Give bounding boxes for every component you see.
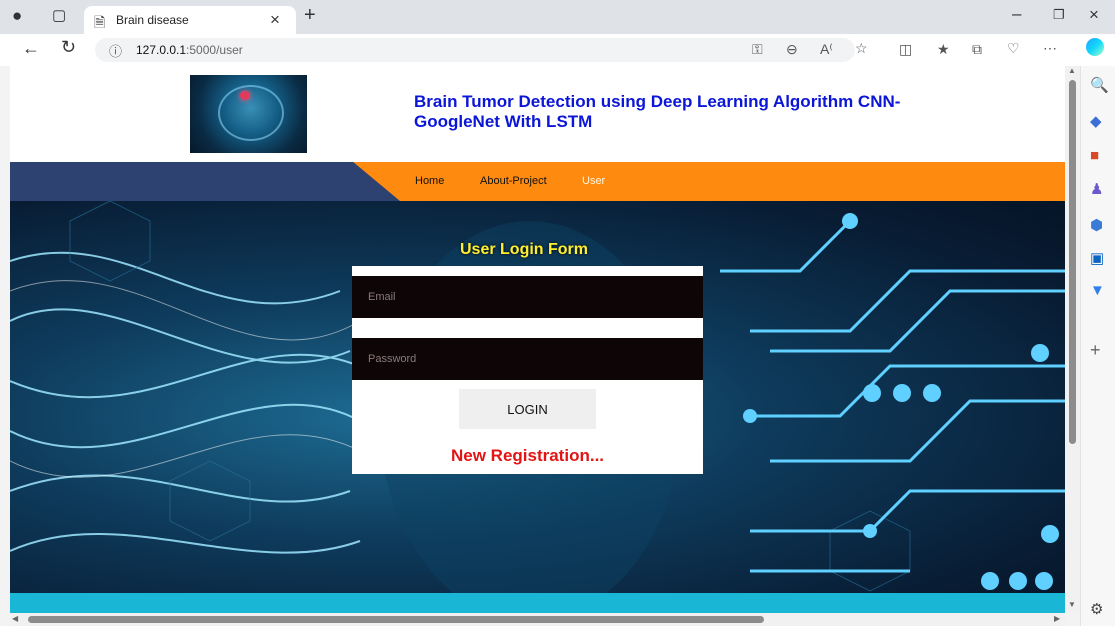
outlook-icon[interactable]: ▣ (1090, 249, 1104, 267)
games-icon[interactable]: ♟ (1090, 180, 1103, 198)
minimize-icon[interactable]: – (1012, 4, 1021, 24)
site-title: Brain Tumor Detection using Deep Learnin… (414, 92, 901, 131)
address-bar[interactable]: ⓘ 127.0.0.1:5000/user (95, 38, 855, 62)
nav-user-link[interactable]: User (582, 175, 605, 187)
brain-outline (218, 85, 284, 141)
profile-icon[interactable]: ● (12, 6, 22, 26)
tab-actions-icon[interactable]: ▢ (52, 6, 66, 24)
scroll-down-arrow-icon[interactable]: ▼ (1068, 600, 1076, 609)
briefcase-icon[interactable]: ■ (1090, 147, 1099, 164)
brain-logo-image (190, 75, 307, 153)
restore-icon[interactable]: ❐ (1053, 7, 1065, 23)
tab-title: Brain disease (116, 13, 189, 27)
horizontal-scrollbar-thumb[interactable] (28, 616, 764, 623)
search-icon[interactable]: 🔍 (1090, 76, 1109, 94)
back-icon[interactable]: ← (22, 38, 40, 59)
key-icon[interactable]: ⚿ (752, 41, 763, 58)
login-form-heading: User Login Form (460, 241, 589, 258)
add-icon[interactable]: + (1090, 340, 1101, 361)
shopping-tag-icon[interactable]: ◆ (1090, 112, 1102, 130)
scroll-up-arrow-icon[interactable]: ▲ (1068, 66, 1076, 75)
info-icon[interactable]: ⓘ (109, 41, 122, 60)
footer-band (10, 593, 1065, 613)
url-path: :5000/user (186, 43, 243, 57)
scroll-left-arrow-icon[interactable]: ◀ (12, 614, 18, 623)
send-icon[interactable]: ▼ (1090, 282, 1105, 299)
email-field[interactable] (352, 276, 703, 318)
office-icon[interactable]: ⬢ (1090, 216, 1103, 234)
login-button[interactable]: LOGIN (459, 389, 596, 429)
nav-home-link[interactable]: Home (415, 175, 444, 187)
document-icon: 🗎 (94, 14, 106, 30)
scroll-right-arrow-icon[interactable]: ▶ (1054, 614, 1060, 623)
read-aloud-icon[interactable]: A⁽ (820, 41, 833, 58)
health-icon[interactable]: ♡ (1007, 40, 1020, 57)
window-close-icon[interactable]: × (1089, 5, 1099, 25)
nav-bar-left-panel (10, 162, 400, 201)
nav-about-project-link[interactable]: About-Project (480, 175, 547, 187)
favorites-icon[interactable]: ★ (937, 41, 950, 58)
refresh-icon[interactable]: ↻ (61, 37, 76, 58)
url-text: 127.0.0.1:5000/user (136, 43, 243, 57)
collections-icon[interactable]: ⧉ (972, 41, 982, 58)
new-registration-link[interactable]: New Registration... (352, 446, 703, 466)
favorite-icon[interactable]: ☆ (855, 40, 868, 57)
zoom-icon[interactable]: ⊖ (786, 41, 798, 58)
browser-tab[interactable]: 🗎 Brain disease × (84, 6, 296, 34)
login-form: LOGIN New Registration... (352, 266, 703, 474)
close-icon[interactable]: × (270, 10, 280, 30)
settings-icon[interactable]: ⚙ (1090, 600, 1103, 618)
url-host: 127.0.0.1 (136, 43, 187, 57)
tumor-spot (240, 91, 250, 100)
split-screen-icon[interactable]: ◫ (899, 41, 912, 58)
new-tab-icon[interactable]: + (304, 4, 316, 27)
more-icon[interactable]: ⋯ (1043, 40, 1057, 57)
password-field[interactable] (352, 338, 703, 380)
vertical-scrollbar-thumb[interactable] (1069, 80, 1076, 444)
copilot-icon[interactable] (1086, 38, 1104, 56)
